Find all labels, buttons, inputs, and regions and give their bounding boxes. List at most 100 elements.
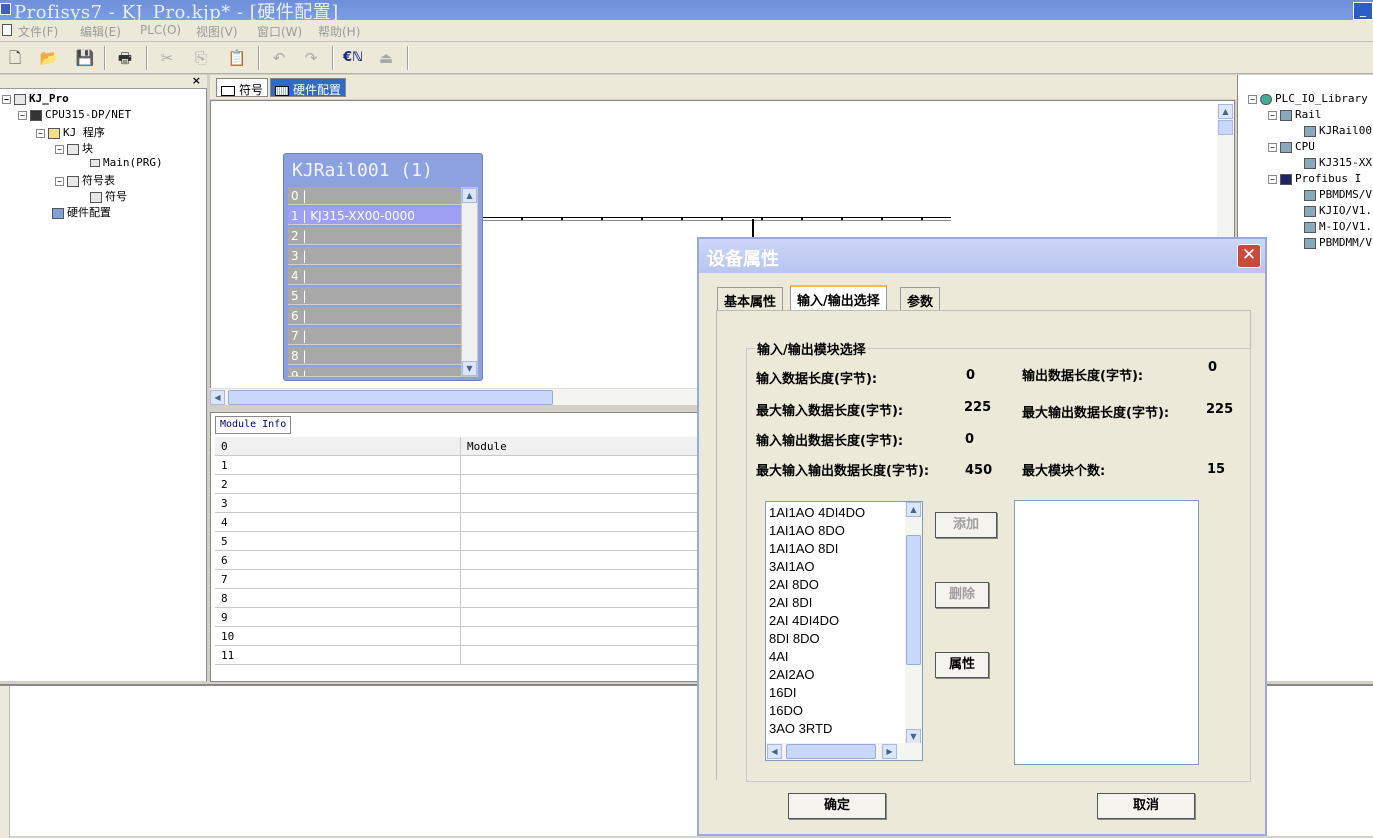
list-item[interactable]: 2AI 4DI4DO (769, 613, 839, 628)
menu-file[interactable]: 文件(F) (18, 23, 58, 40)
available-modules-list[interactable]: 1AI1AO 4DI4DO 1AI1AO 8DO 1AI1AO 8DI 3AI1… (765, 501, 923, 761)
scroll-thumb[interactable] (1218, 120, 1233, 135)
scroll-down-icon[interactable]: ▼ (462, 361, 477, 376)
properties-button[interactable]: 属性 (935, 652, 989, 678)
collapse-icon[interactable]: − (18, 110, 27, 120)
undo-icon[interactable]: ↶ (268, 47, 290, 69)
rail-module[interactable]: KJRail001 (1) 0 | 1 | KJ315-XX00-0000 2 … (283, 153, 483, 381)
new-icon[interactable]: 🗋 (4, 47, 26, 69)
rail-slot[interactable]: 8 | (288, 347, 461, 365)
collapse-icon[interactable]: − (2, 94, 11, 104)
collapse-icon[interactable]: − (1268, 174, 1277, 184)
rail-slot[interactable]: 6 | (288, 307, 461, 325)
cancel-button[interactable]: 取消 (1097, 793, 1195, 819)
tree-item-pbmdms[interactable]: PBMDMS/V (1304, 188, 1372, 201)
menu-plc[interactable]: PLC(O) (140, 23, 181, 37)
list-item[interactable]: 8DI 8DO (769, 631, 820, 646)
tree-item-rail[interactable]: − Rail (1268, 108, 1322, 121)
collapse-icon[interactable]: − (1268, 142, 1277, 152)
scroll-thumb[interactable] (786, 744, 876, 759)
list-item[interactable]: 1AI1AO 8DI (769, 541, 838, 556)
collapse-icon[interactable]: − (55, 144, 64, 154)
rail-slot[interactable]: 0 | (288, 187, 461, 205)
scroll-up-icon[interactable]: ▲ (462, 188, 477, 203)
add-button[interactable]: 添加 (935, 512, 997, 538)
list-item[interactable]: 1AI1AO 8DO (769, 523, 845, 538)
tree-item-symbol-table[interactable]: − 符号表 (55, 172, 115, 188)
rail-slot[interactable]: 1 | KJ315-XX00-0000 (288, 207, 461, 225)
list-item[interactable]: 16DO (769, 703, 803, 718)
tab-io-selection[interactable]: 输入/输出选择 (790, 285, 887, 311)
list-item[interactable]: 2AI2AO (769, 667, 815, 682)
download-icon[interactable]: ⏏ (375, 47, 397, 69)
scroll-up-icon[interactable]: ▲ (1218, 104, 1233, 119)
list-vertical-scrollbar[interactable]: ▲ ▼ (905, 502, 922, 744)
close-pane-button[interactable]: × (192, 74, 201, 87)
tree-item-library[interactable]: − PLC_IO_Library (1248, 92, 1368, 105)
tree-item-blocks[interactable]: − 块 (55, 140, 93, 156)
ok-button[interactable]: 确定 (788, 793, 886, 819)
list-item[interactable]: 16DI (769, 685, 796, 700)
print-icon[interactable]: 🖶 (114, 47, 136, 69)
selected-modules-list[interactable] (1014, 500, 1199, 765)
menu-help[interactable]: 帮助(H) (318, 23, 360, 40)
scroll-left-icon[interactable]: ◀ (767, 744, 782, 759)
tree-item-symbol[interactable]: 符号 (90, 188, 127, 204)
scroll-right-icon[interactable]: ▶ (882, 744, 897, 759)
tab-basic-properties[interactable]: 基本属性 (717, 287, 784, 310)
collapse-icon[interactable]: − (1248, 94, 1257, 104)
menu-window[interactable]: 窗口(W) (257, 23, 302, 40)
tab-symbol[interactable]: 符号 (216, 78, 269, 97)
rail-scrollbar[interactable]: ▲ ▼ (461, 187, 478, 377)
tree-item-profibus[interactable]: − Profibus I (1268, 172, 1361, 185)
scroll-up-icon[interactable]: ▲ (906, 502, 921, 517)
list-item[interactable]: 2AI 8DO (769, 577, 819, 592)
cut-icon[interactable]: ✂ (156, 47, 178, 69)
scroll-thumb[interactable] (906, 535, 921, 665)
tree-item-cpu[interactable]: − CPU315-DP/NET (18, 108, 131, 121)
list-item[interactable]: 1AI1AO 4DI4DO (769, 505, 865, 520)
compile-icon[interactable]: €ℕ (342, 47, 364, 69)
copy-icon[interactable]: ⎘ (190, 47, 212, 69)
minimize-button[interactable]: _ (1353, 2, 1373, 20)
tree-item-kj315[interactable]: KJ315-XX (1304, 156, 1372, 169)
tab-hardware-config[interactable]: 硬件配置 (270, 78, 347, 97)
open-icon[interactable]: 📂 (38, 47, 60, 69)
rail-slot[interactable]: 2 | (288, 227, 461, 245)
tree-item-pbmdmm[interactable]: PBMDMM/V (1304, 236, 1372, 249)
scroll-down-icon[interactable]: ▼ (906, 729, 921, 744)
list-item[interactable]: 3AO 3RTD (769, 721, 832, 736)
scroll-left-icon[interactable]: ◀ (210, 390, 225, 405)
paste-icon[interactable]: 📋 (226, 47, 248, 69)
list-item[interactable]: 2AI 8DI (769, 595, 812, 610)
close-icon[interactable]: ✕ (1237, 244, 1261, 268)
tab-parameters[interactable]: 参数 (900, 287, 941, 310)
tree-item-mio[interactable]: M-IO/V1. (1304, 220, 1372, 233)
tree-item-kjrail[interactable]: KJRail001 (1304, 124, 1373, 137)
tree-item-kjio[interactable]: KJIO/V1. (1304, 204, 1372, 217)
save-icon[interactable]: 💾 (74, 47, 96, 69)
list-horizontal-scrollbar[interactable]: ◀ ▶ (766, 743, 922, 760)
redo-icon[interactable]: ↷ (300, 47, 322, 69)
collapse-icon[interactable]: − (55, 176, 64, 186)
scroll-thumb[interactable] (228, 390, 553, 405)
tree-item-cpu-lib[interactable]: − CPU (1268, 140, 1315, 153)
tab-module-info[interactable]: Module Info (215, 416, 292, 434)
rail-slot[interactable]: 4 | (288, 267, 461, 285)
tree-item-hw-config[interactable]: 硬件配置 (52, 204, 111, 220)
rail-slot[interactable]: 7 | (288, 327, 461, 345)
max-io-length-value: 450 (965, 463, 993, 478)
collapse-icon[interactable]: − (36, 128, 45, 138)
tree-item-project[interactable]: − KJ_Pro (2, 92, 69, 105)
rail-slot[interactable]: 3 | (288, 247, 461, 265)
menu-edit[interactable]: 编辑(E) (80, 23, 121, 40)
rail-slot[interactable]: 5 | (288, 287, 461, 305)
list-item[interactable]: 4AI (769, 649, 789, 664)
delete-button[interactable]: 删除 (935, 582, 989, 608)
tree-item-main[interactable]: Main(PRG) (90, 156, 163, 169)
rail-slot[interactable]: 9 | (288, 367, 461, 377)
tree-item-program[interactable]: − KJ 程序 (36, 124, 105, 140)
collapse-icon[interactable]: − (1268, 110, 1277, 120)
list-item[interactable]: 3AI1AO (769, 559, 815, 574)
menu-view[interactable]: 视图(V) (196, 23, 238, 40)
